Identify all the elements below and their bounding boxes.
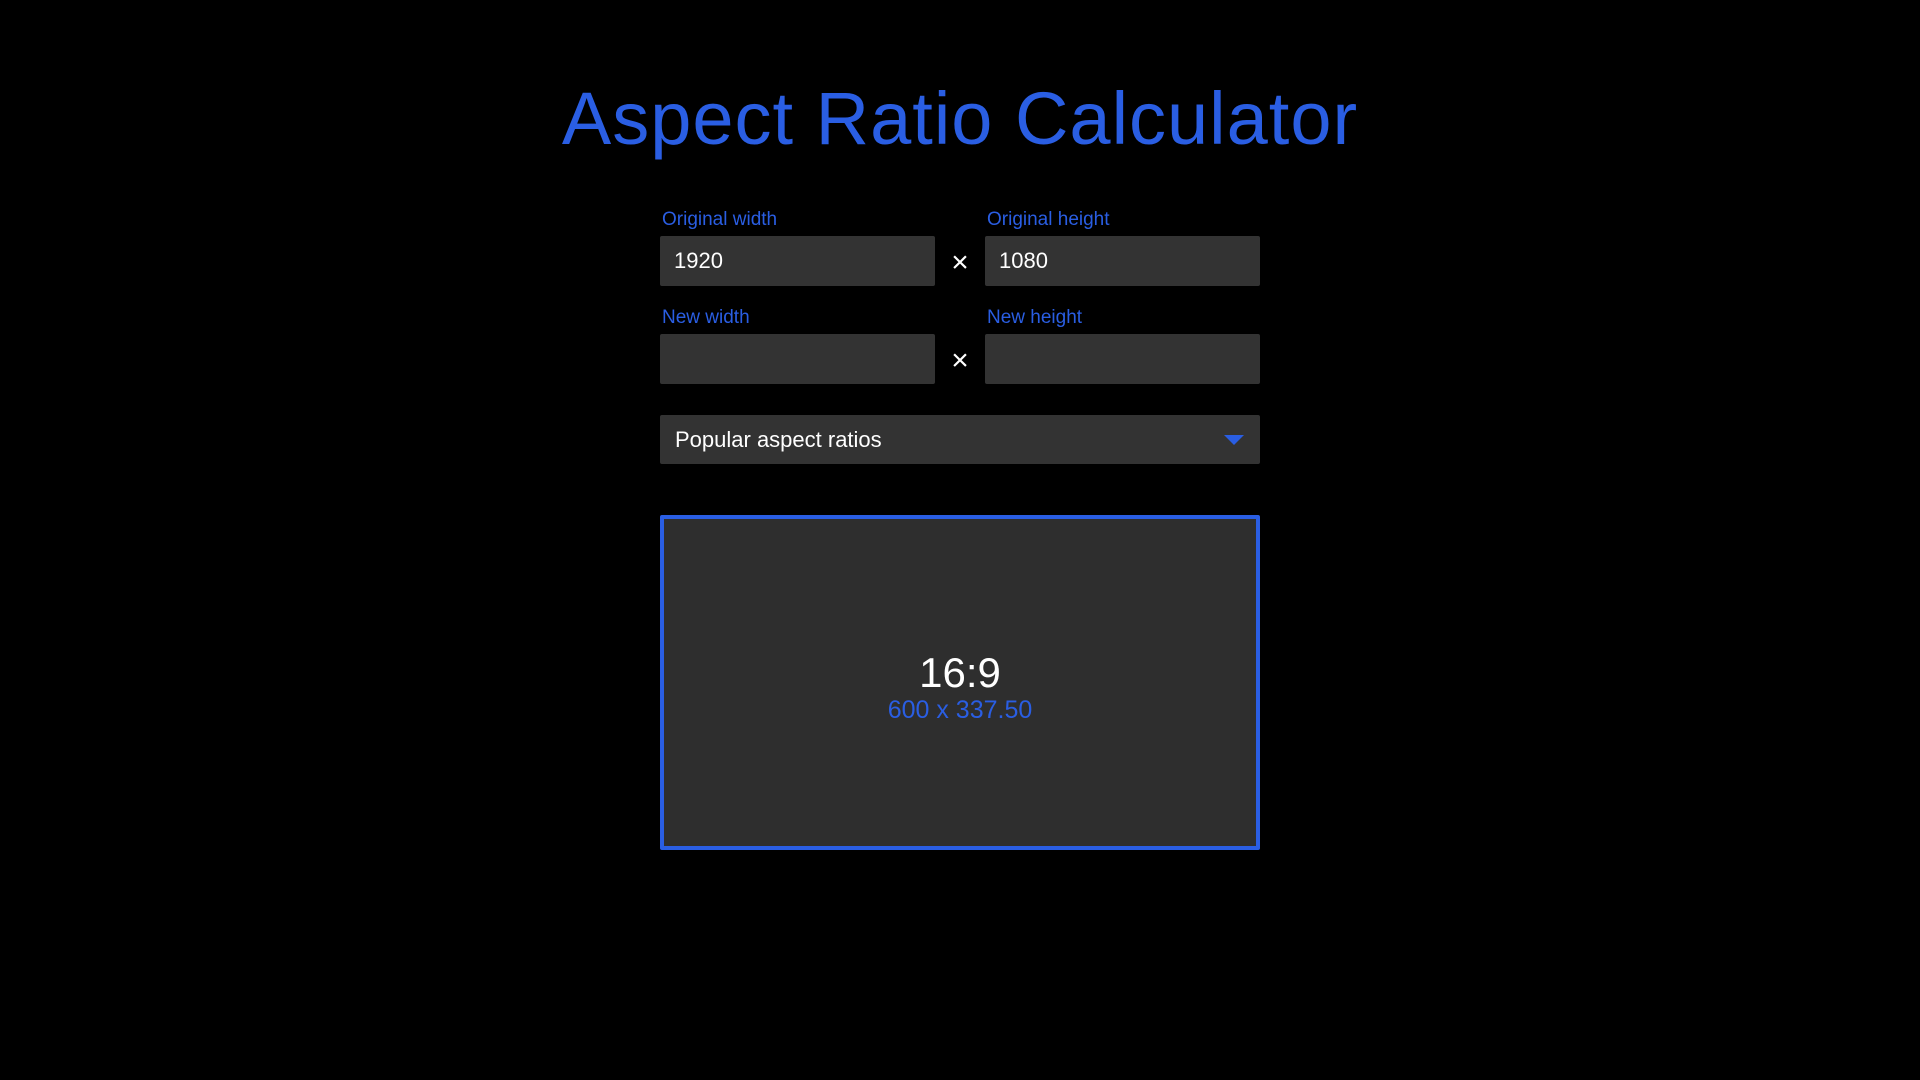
original-width-label: Original width [662,209,778,230]
new-width-label: New width [662,307,750,328]
original-height-label: Original height [987,209,1110,230]
aspect-ratio-preview: 16:9 600 x 337.50 [660,515,1260,850]
ratio-text: 16:9 [919,649,1001,696]
dimensions-text: 600 x 337.50 [887,696,1033,724]
page-title: Aspect Ratio Calculator [561,77,1359,160]
multiply-icon: × [951,344,969,377]
caret-down-icon [1224,435,1244,445]
new-width-input[interactable] [660,334,935,384]
multiply-icon: × [951,246,969,279]
original-width-input[interactable] [660,236,935,286]
select-value: Popular aspect ratios [675,427,882,452]
aspect-ratio-calculator-page: Aspect Ratio Calculator Original width ×… [0,0,1920,1080]
new-height-input[interactable] [985,334,1260,384]
popular-aspect-ratios-select[interactable]: Popular aspect ratios [660,415,1260,464]
new-height-label: New height [987,307,1083,328]
original-height-input[interactable] [985,236,1260,286]
